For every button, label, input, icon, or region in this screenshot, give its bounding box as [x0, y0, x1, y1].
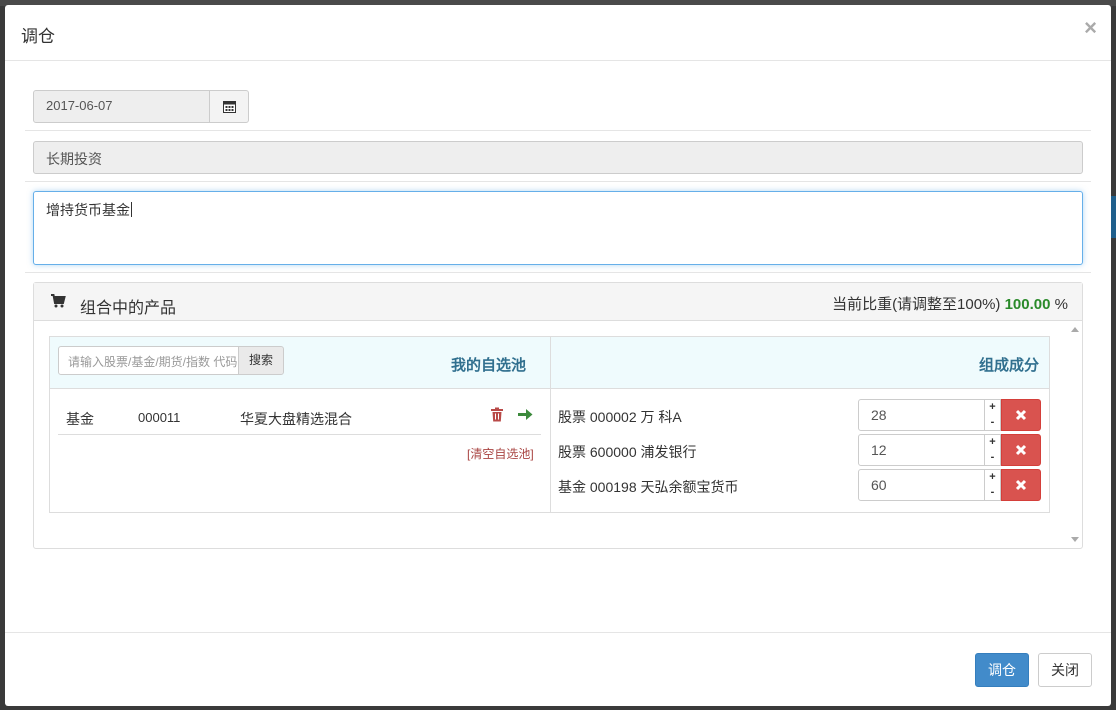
- shopping-cart-icon: [50, 293, 66, 312]
- composition-label: 基金 000198 天弘余额宝货币: [558, 479, 739, 495]
- decrement-button[interactable]: -: [985, 485, 1000, 500]
- trash-icon[interactable]: [490, 407, 504, 425]
- increment-button[interactable]: +: [985, 400, 1000, 415]
- favorite-name: 华夏大盘精选混合: [240, 411, 352, 427]
- scroll-down-icon[interactable]: [1071, 537, 1079, 542]
- search-button[interactable]: 搜索: [238, 346, 284, 375]
- column-divider: [550, 337, 551, 512]
- weight-stepper: + -: [985, 469, 1001, 501]
- modal-header: 调仓 ×: [5, 5, 1111, 61]
- panel-scrollbar[interactable]: [1068, 321, 1082, 548]
- weight-input[interactable]: 28: [858, 399, 985, 431]
- increment-button[interactable]: +: [985, 435, 1000, 450]
- favorite-type: 基金: [66, 411, 94, 427]
- calendar-button[interactable]: [209, 90, 249, 123]
- weight-stepper: + -: [985, 434, 1001, 466]
- favorites-title: 我的自选池: [451, 357, 527, 374]
- panel-title: 组合中的产品: [80, 300, 177, 317]
- weight-value: 100.00: [1004, 296, 1051, 313]
- date-field[interactable]: 2017-06-07: [33, 90, 210, 123]
- remove-button[interactable]: [1001, 399, 1041, 431]
- form-divider: [25, 181, 1091, 182]
- search-input[interactable]: 请输入股票/基金/期货/指数 代码: [58, 346, 239, 375]
- note-textarea[interactable]: 增持货币基金: [33, 191, 1083, 265]
- composition-label: 股票 600000 浦发银行: [558, 444, 697, 460]
- rebalance-button[interactable]: 调仓: [975, 653, 1029, 687]
- remove-icon: [1015, 479, 1027, 491]
- composition-row: 股票 600000 浦发银行 12 + -: [558, 434, 1042, 466]
- composition-row: 股票 000002 万 科A 28 + -: [558, 399, 1042, 431]
- clear-favorites-link[interactable]: [清空自选池]: [467, 445, 534, 462]
- composition-label: 股票 000002 万 科A: [558, 409, 682, 425]
- composition-title: 组成成分: [978, 357, 1039, 374]
- remove-icon: [1015, 444, 1027, 456]
- note-text: 增持货币基金: [46, 202, 130, 218]
- panel-heading: 组合中的产品 当前比重(请调整至100%) 100.00 %: [34, 283, 1082, 321]
- weight-unit: %: [1054, 296, 1068, 313]
- modal-footer: 调仓 关闭: [5, 632, 1111, 706]
- weight-stepper: + -: [985, 399, 1001, 431]
- product-table: 请输入股票/基金/期货/指数 代码 搜索 我的自选池 组成成分 基金 00001…: [49, 336, 1050, 513]
- rebalance-modal: 调仓 × 2017-06-07 长期投资 增持货币基金 组合中的产品 当前比重(…: [5, 5, 1111, 706]
- remove-icon: [1015, 409, 1027, 421]
- scroll-up-icon[interactable]: [1071, 327, 1079, 332]
- remove-button[interactable]: [1001, 434, 1041, 466]
- close-button[interactable]: 关闭: [1038, 653, 1092, 687]
- investment-type-field[interactable]: 长期投资: [33, 141, 1083, 174]
- calendar-icon: [222, 101, 236, 113]
- form-divider: [25, 272, 1091, 273]
- portfolio-products-panel: 组合中的产品 当前比重(请调整至100%) 100.00 % 请输入股票/基金/…: [33, 282, 1083, 549]
- panel-body: 请输入股票/基金/期货/指数 代码 搜索 我的自选池 组成成分 基金 00001…: [34, 321, 1068, 548]
- text-caret: [131, 202, 132, 217]
- decrement-button[interactable]: -: [985, 450, 1000, 465]
- weight-input[interactable]: 12: [858, 434, 985, 466]
- decrement-button[interactable]: -: [985, 415, 1000, 430]
- favorite-code: 000011: [138, 410, 181, 425]
- composition-row: 基金 000198 天弘余额宝货币 60 + -: [558, 469, 1042, 501]
- form-divider: [25, 130, 1091, 131]
- increment-button[interactable]: +: [985, 470, 1000, 485]
- weight-input[interactable]: 60: [858, 469, 985, 501]
- date-picker: 2017-06-07: [33, 90, 249, 123]
- weight-summary: 当前比重(请调整至100%) 100.00 %: [832, 293, 1068, 314]
- weight-label: 当前比重(请调整至100%): [832, 296, 1001, 313]
- favorite-row: 基金 000011 华夏大盘精选混合: [58, 397, 541, 435]
- remove-button[interactable]: [1001, 469, 1041, 501]
- close-icon[interactable]: ×: [1084, 15, 1097, 41]
- modal-title: 调仓: [21, 27, 55, 46]
- arrow-right-icon[interactable]: [518, 408, 533, 424]
